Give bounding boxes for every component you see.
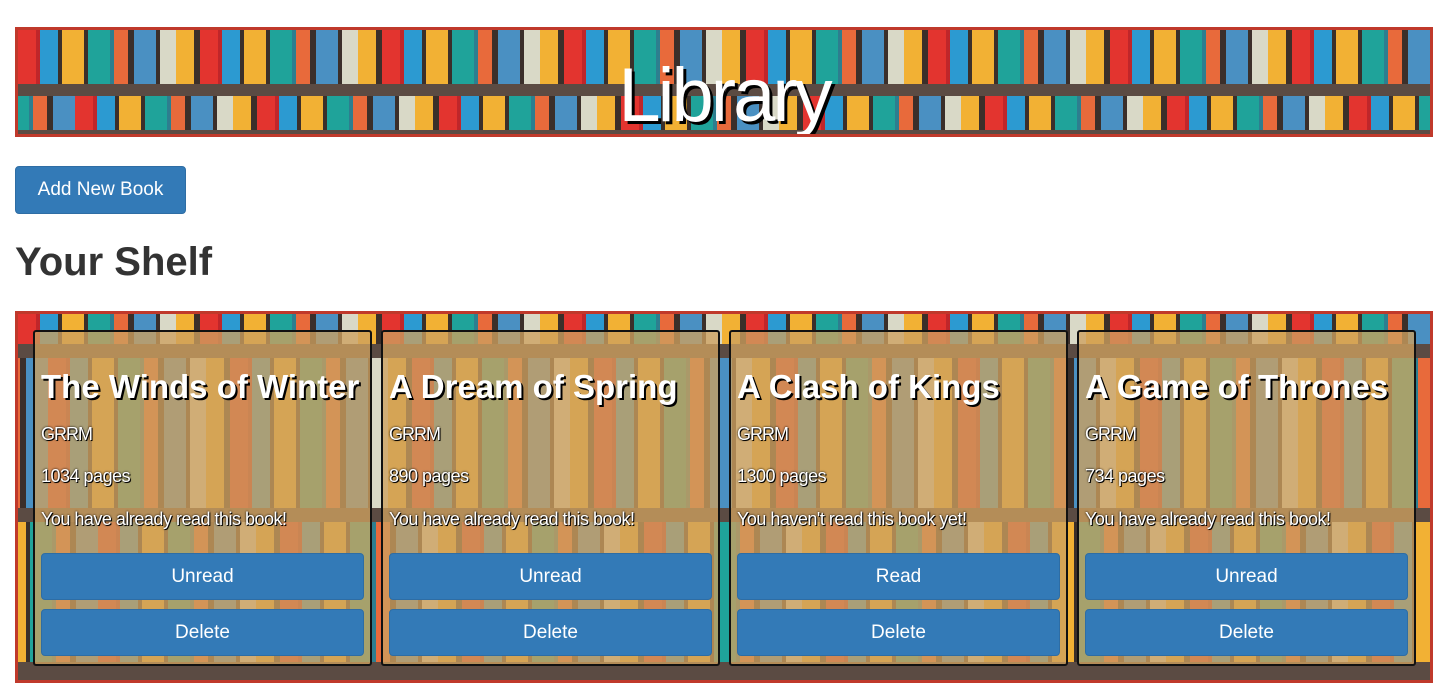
book-title: The Winds of Winter — [41, 368, 360, 405]
book-read-status: You have already read this book! — [1085, 509, 1331, 529]
book-pages: 1300 pages — [737, 466, 827, 486]
toggle-read-button[interactable]: Unread — [1085, 553, 1408, 600]
book-pages: 1034 pages — [41, 466, 131, 486]
book-pages: 890 pages — [389, 466, 469, 486]
book-pages: 734 pages — [1085, 466, 1165, 486]
toggle-read-button[interactable]: Unread — [389, 553, 712, 600]
book-author: GRRM — [389, 424, 441, 444]
book-card-list: The Winds of Winter GRRM 1034 pages You … — [33, 330, 1418, 666]
book-read-status: You have already read this book! — [41, 509, 287, 529]
book-shelf: The Winds of Winter GRRM 1034 pages You … — [15, 311, 1433, 683]
book-title: A Dream of Spring — [389, 368, 678, 405]
book-title: A Clash of Kings — [737, 368, 1000, 405]
toggle-read-button[interactable]: Read — [737, 553, 1060, 600]
book-card: The Winds of Winter GRRM 1034 pages You … — [33, 330, 372, 666]
delete-book-button[interactable]: Delete — [1085, 609, 1408, 656]
book-author: GRRM — [1085, 424, 1137, 444]
book-author: GRRM — [737, 424, 789, 444]
delete-book-button[interactable]: Delete — [737, 609, 1060, 656]
delete-book-button[interactable]: Delete — [41, 609, 364, 656]
book-card: A Dream of Spring GRRM 890 pages You hav… — [381, 330, 720, 666]
book-card: A Clash of Kings GRRM 1300 pages You hav… — [729, 330, 1068, 666]
book-read-status: You have already read this book! — [389, 509, 635, 529]
book-author: GRRM — [41, 424, 93, 444]
library-header-banner: Library — [15, 27, 1433, 137]
toggle-read-button[interactable]: Unread — [41, 553, 364, 600]
book-title: A Game of Thrones — [1085, 368, 1389, 405]
book-card: A Game of Thrones GRRM 734 pages You hav… — [1077, 330, 1416, 666]
delete-book-button[interactable]: Delete — [389, 609, 712, 656]
book-read-status: You haven't read this book yet! — [737, 509, 967, 529]
page-title: Library — [618, 53, 832, 137]
add-new-book-button[interactable]: Add New Book — [15, 166, 186, 214]
shelf-heading: Your Shelf — [15, 240, 213, 284]
